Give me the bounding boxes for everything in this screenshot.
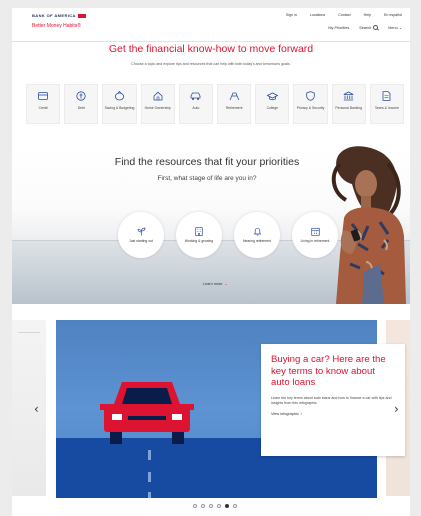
menu-button[interactable]: Menu ⌄ xyxy=(388,25,402,30)
life-stage-section: Find the resources that fit your priorit… xyxy=(12,144,410,304)
calendar-icon xyxy=(310,227,320,236)
bank-logo[interactable]: BANK OF AMERICA xyxy=(32,13,86,18)
article-description: Learn the key terms about auto loans and… xyxy=(271,395,392,405)
learn-more-label: Learn more xyxy=(203,282,223,286)
topic-auto[interactable]: Auto xyxy=(178,84,214,124)
stage-option-label: Just starting out xyxy=(129,238,153,243)
search-label: Search xyxy=(359,25,372,30)
hero-subtitle: Choose a topic and explore tips and reso… xyxy=(131,62,291,66)
topic-personal-banking[interactable]: Personal Banking xyxy=(331,84,366,124)
bell-icon xyxy=(252,227,262,236)
sign-in-link[interactable]: Sign in xyxy=(286,13,297,17)
topic-taxes-income[interactable]: Taxes & Income xyxy=(369,84,405,124)
car-icon xyxy=(190,91,202,101)
plant-icon xyxy=(136,227,146,236)
stage-option-nearing-retirement[interactable]: Nearing retirement xyxy=(234,212,280,258)
view-infographic-label: View infographic xyxy=(271,411,299,416)
top-links: Sign in Locations Contact Help En españo… xyxy=(286,13,402,17)
brand-name: BANK OF AMERICA xyxy=(32,13,76,18)
shield-icon xyxy=(305,91,317,101)
hero-title: Get the financial know-how to move forwa… xyxy=(108,43,314,55)
search-icon xyxy=(373,25,379,30)
chevron-left-icon: ‹ xyxy=(34,402,39,416)
chevron-right-icon: › xyxy=(300,411,303,416)
secondary-nav: My Priorities Search Menu ⌄ xyxy=(328,25,402,30)
locations-link[interactable]: Locations xyxy=(310,13,325,17)
beach-chair-icon xyxy=(228,91,240,101)
article-title[interactable]: Buying a car? Here are the key terms to … xyxy=(271,354,395,389)
topic-label: Personal Banking xyxy=(335,106,362,110)
bank-icon xyxy=(343,91,355,101)
graduation-cap-icon xyxy=(266,91,278,101)
red-car-icon xyxy=(100,382,194,444)
credit-card-icon xyxy=(37,91,49,101)
stage-option-label: Working & growing xyxy=(184,238,214,243)
spanish-link[interactable]: En español xyxy=(384,13,402,17)
topic-label: Saving & Budgeting xyxy=(104,106,135,110)
debt-icon xyxy=(75,91,87,101)
topic-college[interactable]: College xyxy=(255,84,290,124)
topic-label: College xyxy=(266,106,279,110)
chevron-down-icon: ⌄ xyxy=(398,26,402,30)
house-icon xyxy=(152,91,164,101)
topic-label: Auto xyxy=(192,106,200,110)
building-icon xyxy=(194,227,204,236)
contact-link[interactable]: Contact xyxy=(338,13,350,17)
article-carousel: Buying a car? Here are the key terms to … xyxy=(12,318,410,516)
piggy-bank-icon xyxy=(114,91,126,101)
stage-option-just-starting-out[interactable]: Just starting out xyxy=(118,212,164,258)
lane-marking xyxy=(148,492,151,498)
topic-retirement[interactable]: Retirement xyxy=(217,84,252,124)
carousel-dot[interactable] xyxy=(225,504,229,508)
topic-list: Credit Debt Saving & Budgeting Home Owne… xyxy=(26,84,405,132)
carousel-next-button[interactable]: › xyxy=(394,402,399,416)
my-priorities-link[interactable]: My Priorities xyxy=(328,26,349,30)
woman-with-phone-photo xyxy=(331,146,406,304)
carousel-dot[interactable] xyxy=(201,504,205,508)
stage-option-working-growing[interactable]: Working & growing xyxy=(176,212,222,258)
topic-label: Taxes & Income xyxy=(374,106,399,110)
stage-title: Find the resources that fit your priorit… xyxy=(114,156,300,168)
article-card: Buying a car? Here are the key terms to … xyxy=(261,344,405,456)
page: BANK OF AMERICA Better Money Habits® Sig… xyxy=(12,8,410,516)
carousel-dot[interactable] xyxy=(193,504,197,508)
carousel-prev-button[interactable]: ‹ xyxy=(34,402,39,416)
carousel-dot[interactable] xyxy=(217,504,221,508)
topic-home-ownership[interactable]: Home Ownership xyxy=(140,84,175,124)
chevron-down-icon: ⌄ xyxy=(224,282,228,286)
site-header: BANK OF AMERICA Better Money Habits® Sig… xyxy=(12,8,410,42)
previous-slide-peek xyxy=(12,320,46,496)
stage-subtitle: First, what stage of life are you in? xyxy=(157,175,257,182)
topic-label: Retirement xyxy=(225,106,243,110)
topic-credit[interactable]: Credit xyxy=(26,84,61,124)
carousel-pagination xyxy=(193,504,237,508)
topic-privacy-security[interactable]: Privacy & Security xyxy=(293,84,328,124)
menu-label: Menu xyxy=(388,26,398,30)
chevron-right-icon: › xyxy=(394,402,399,416)
view-infographic-link[interactable]: View infographic › xyxy=(271,412,395,416)
topic-label: Credit xyxy=(38,106,48,110)
lane-marking xyxy=(148,450,151,460)
flag-logo-icon xyxy=(77,13,86,18)
lane-marking xyxy=(148,472,151,482)
topic-saving-budgeting[interactable]: Saving & Budgeting xyxy=(102,84,137,124)
stage-option-label: Nearing retirement xyxy=(242,238,272,243)
learn-more-link[interactable]: Learn more ⌄ xyxy=(203,281,228,286)
topic-label: Home Ownership xyxy=(144,106,171,110)
document-icon xyxy=(381,91,393,101)
carousel-slide-auto-loans[interactable]: Buying a car? Here are the key terms to … xyxy=(56,320,405,498)
help-link[interactable]: Help xyxy=(364,13,371,17)
stage-options: Just starting out Working & growing Near… xyxy=(118,212,338,258)
carousel-dot[interactable] xyxy=(209,504,213,508)
carousel-dot[interactable] xyxy=(233,504,237,508)
subbrand-title[interactable]: Better Money Habits® xyxy=(32,23,81,29)
topic-label: Debt xyxy=(77,106,85,110)
topic-debt[interactable]: Debt xyxy=(64,84,99,124)
topic-label: Privacy & Security xyxy=(296,106,325,110)
search-button[interactable]: Search xyxy=(359,25,379,30)
